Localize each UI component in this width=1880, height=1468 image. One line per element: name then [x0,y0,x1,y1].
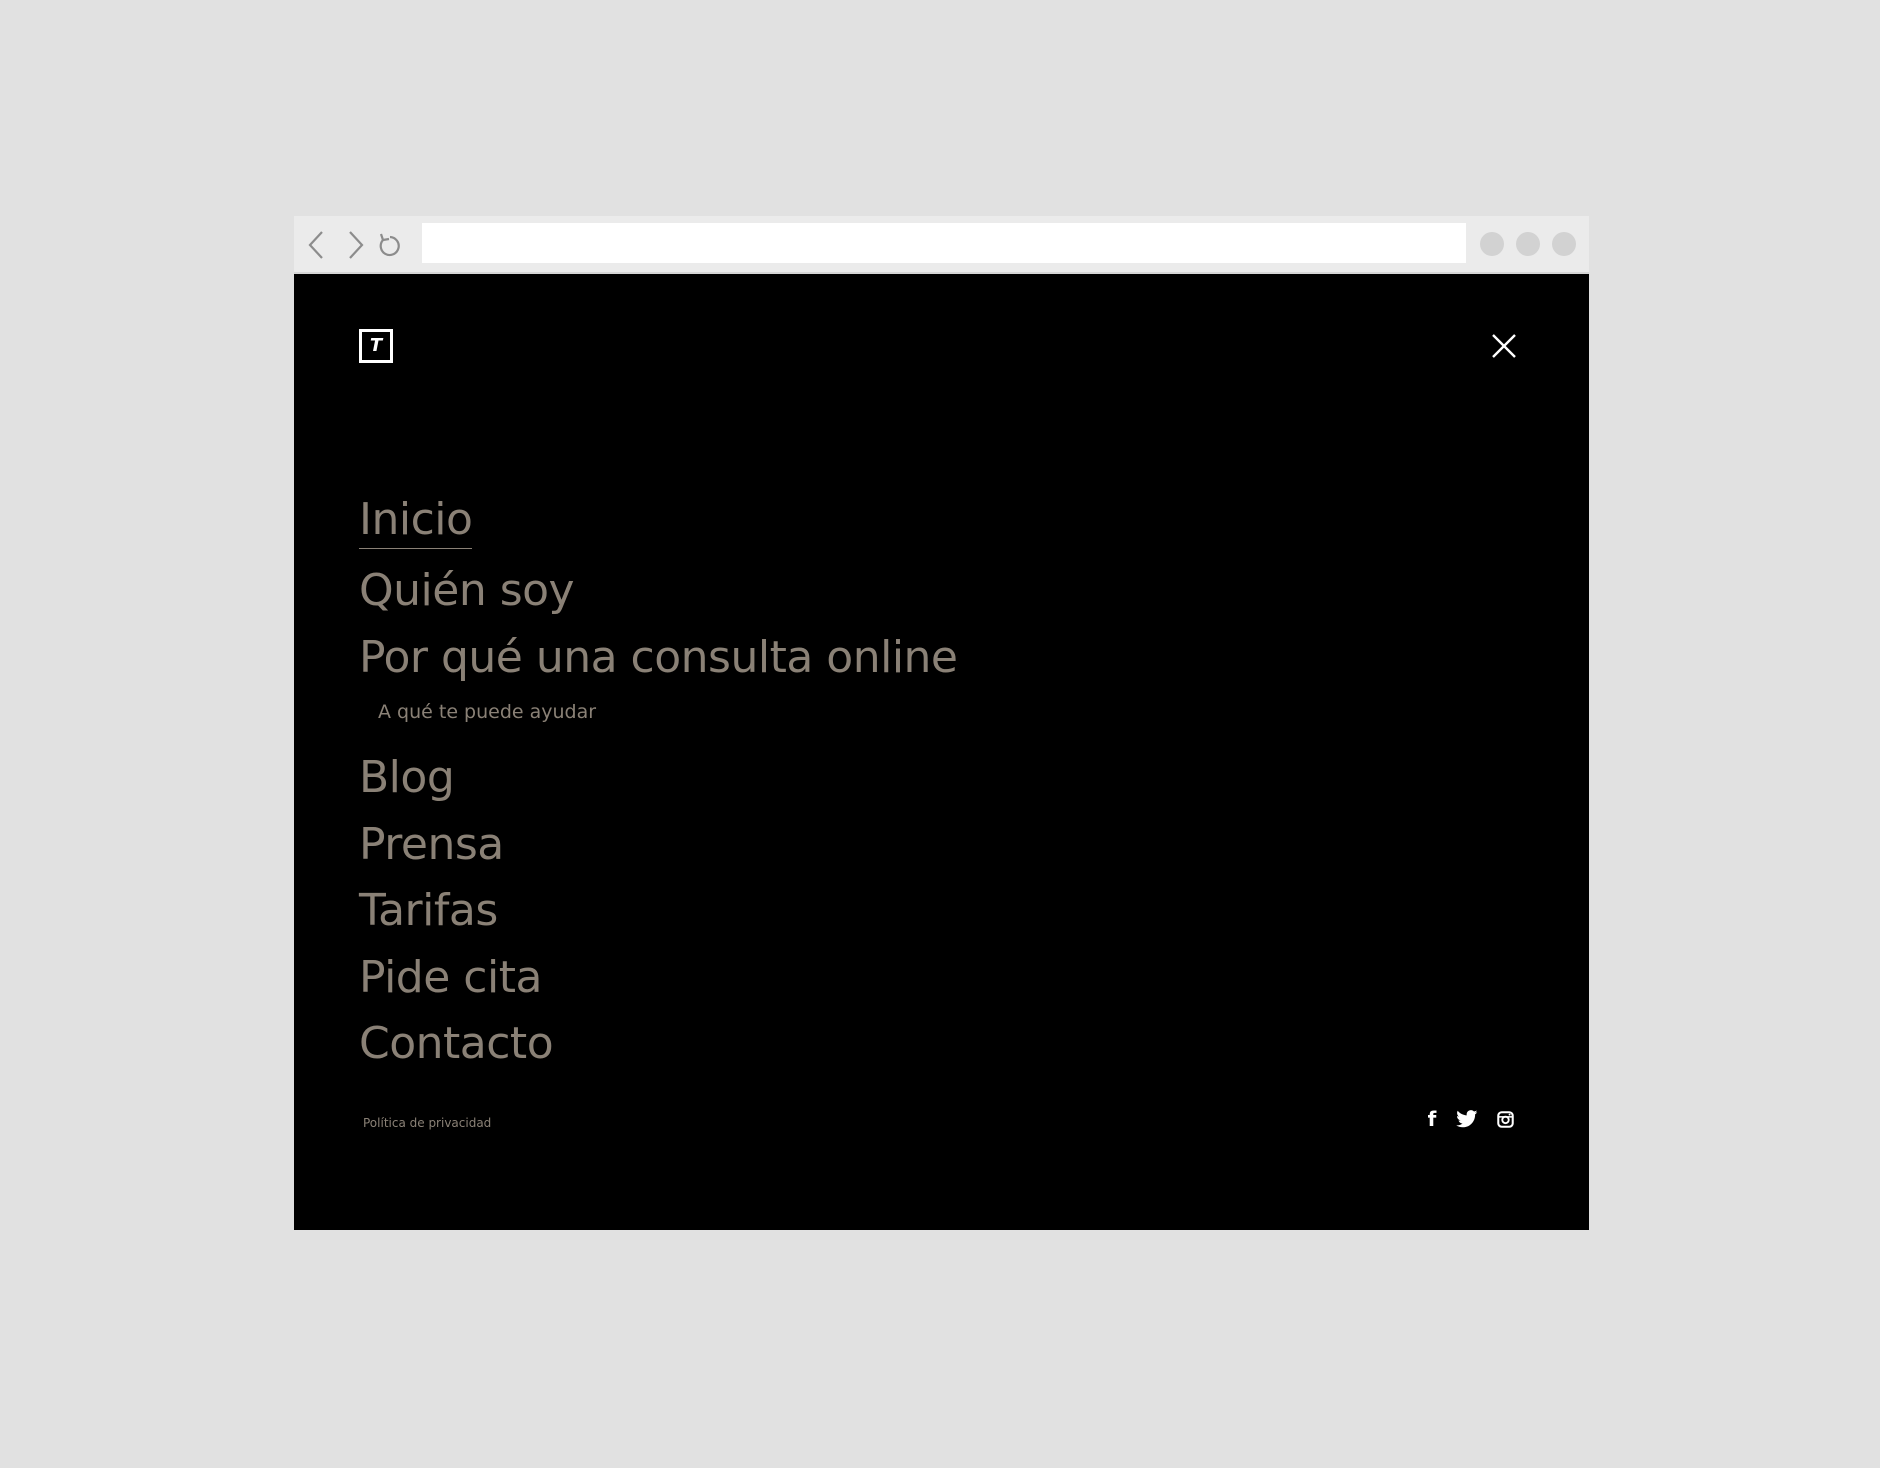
forward-button[interactable] [340,227,372,263]
logo-letter: T [369,335,383,356]
privacy-policy-link[interactable]: Política de privacidad [363,1116,491,1130]
menu-item-por-que-consulta-online[interactable]: Por qué una consulta online [359,625,958,692]
window-dot-3[interactable] [1552,232,1576,256]
instagram-camera-shape [1496,1110,1514,1128]
submenu-item-a-que-te-puede-ayudar[interactable]: A qué te puede ayudar [359,683,958,741]
chevron-left-icon [308,231,323,259]
address-bar[interactable] [422,223,1466,263]
window-dot-2[interactable] [1516,232,1540,256]
facebook-glyph: f [1427,1107,1437,1131]
menu-item-tarifas[interactable]: Tarifas [359,878,958,945]
twitter-icon[interactable] [1454,1106,1480,1132]
menu-item-pide-cita[interactable]: Pide cita [359,945,958,1012]
browser-window: T Inicio Quién soy Por qué una consulta … [294,216,1589,1230]
menu-item-blog[interactable]: Blog [359,745,958,812]
reload-icon [379,233,400,257]
reload-button[interactable] [374,227,406,263]
menu-item-prensa[interactable]: Prensa [359,812,958,879]
menu-item-quien-soy[interactable]: Quién soy [359,558,958,625]
instagram-icon[interactable] [1494,1106,1516,1132]
window-dot-1[interactable] [1480,232,1504,256]
main-menu: Inicio Quién soy Por qué una consulta on… [359,492,958,1078]
chevron-right-icon [349,231,364,259]
site-logo[interactable]: T [359,329,393,363]
browser-toolbar [294,216,1589,274]
twitter-bird-shape [1456,1110,1478,1128]
back-button[interactable] [300,227,332,263]
close-menu-button[interactable] [1484,326,1524,366]
close-icon [1492,334,1516,358]
menu-item-contacto[interactable]: Contacto [359,1011,958,1078]
facebook-icon[interactable]: f [1422,1106,1442,1132]
menu-item-inicio[interactable]: Inicio [359,492,473,549]
menu-overlay: T Inicio Quién soy Por qué una consulta … [294,274,1589,1230]
